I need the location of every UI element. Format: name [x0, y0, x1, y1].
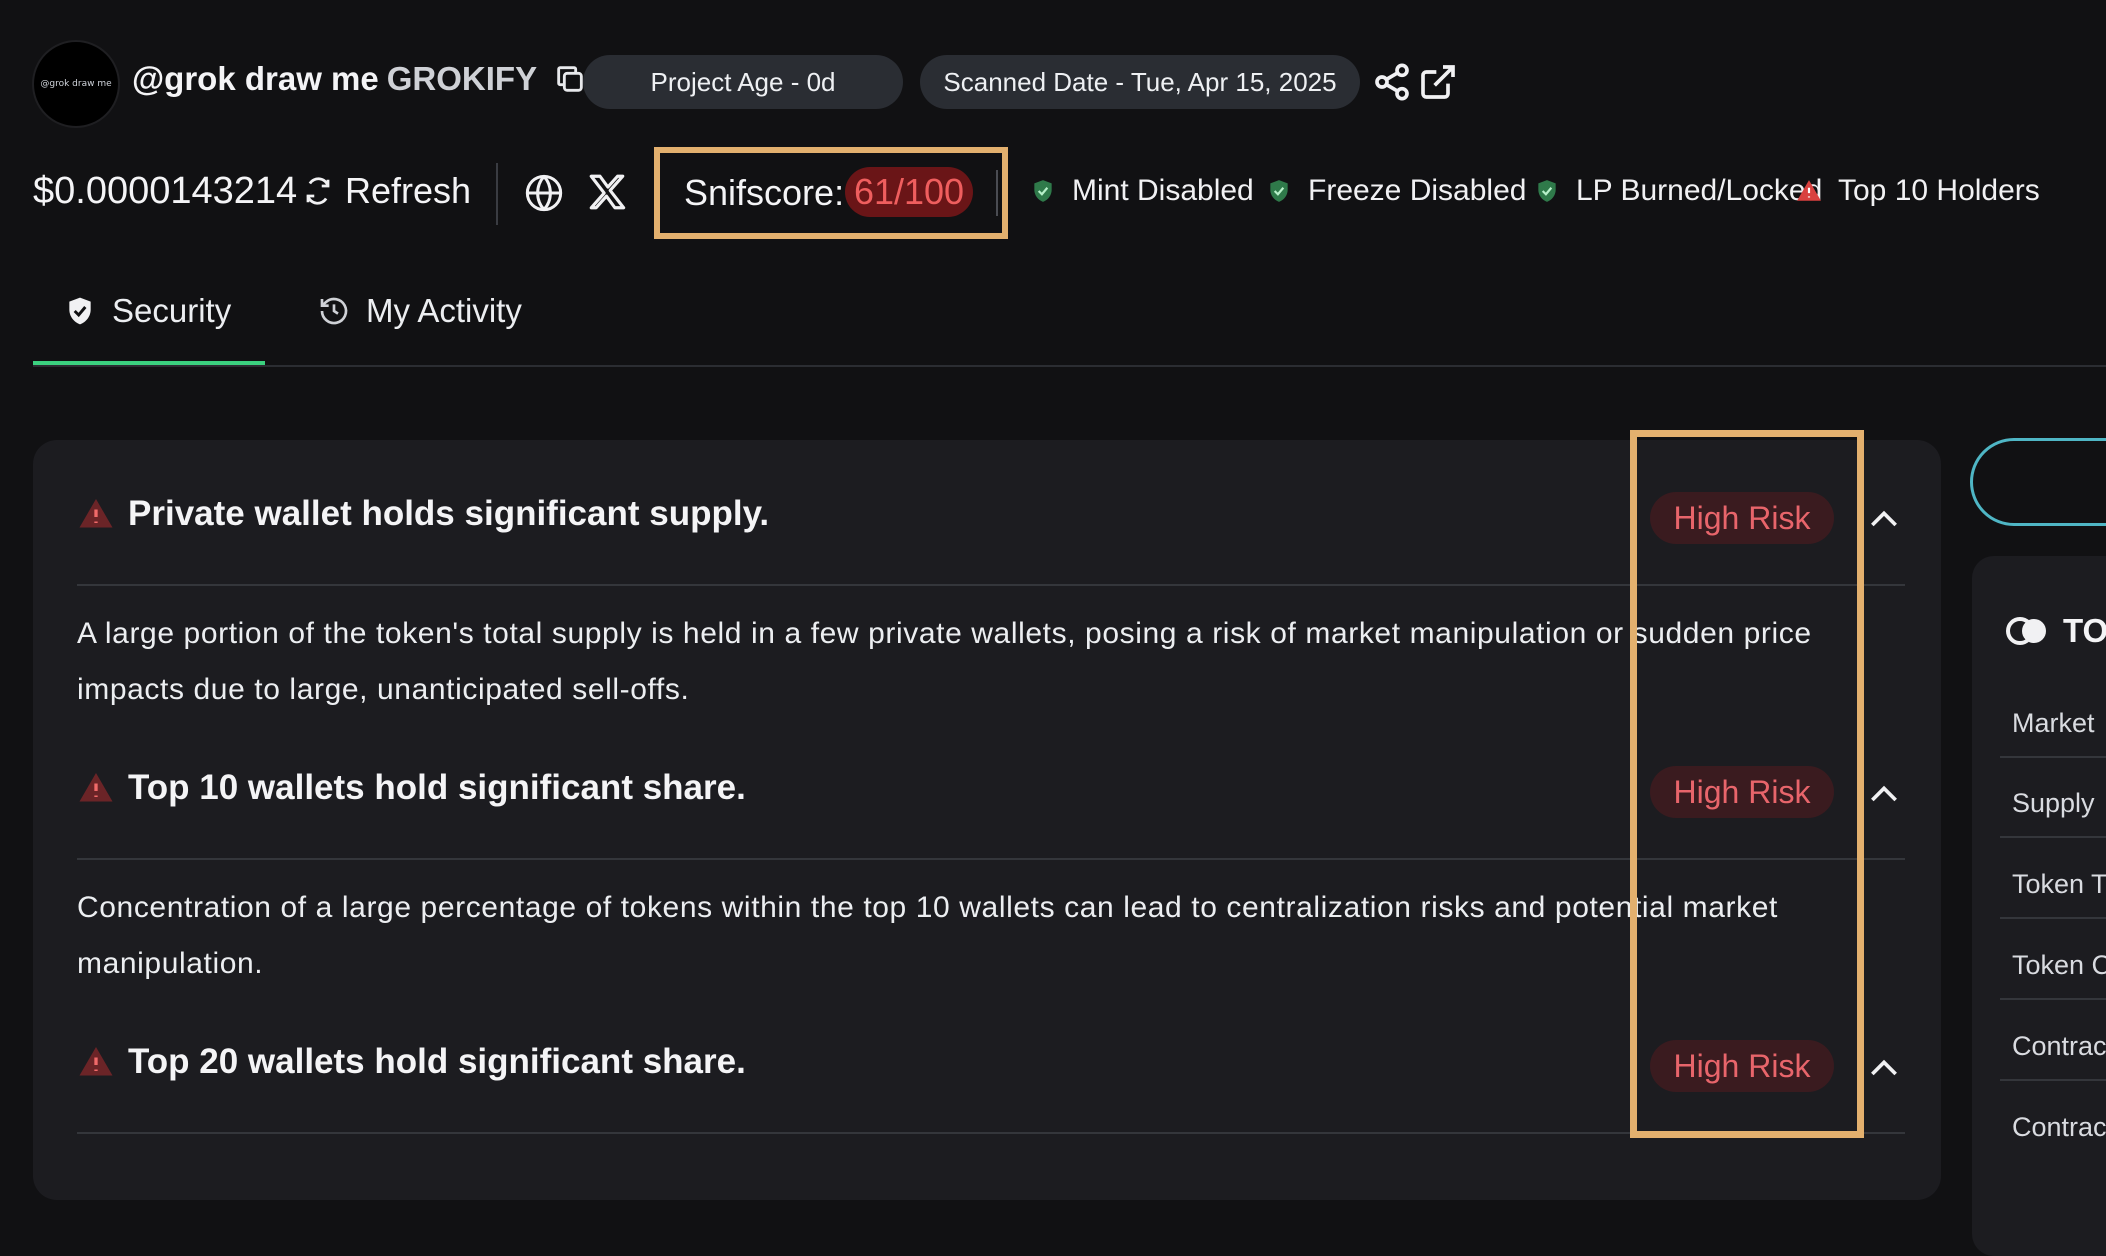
chevron-up-icon[interactable]	[1864, 1049, 1904, 1089]
tabs-divider	[33, 365, 2106, 367]
token-info-row: Contrac	[2012, 1112, 2106, 1142]
token-info-panel	[1972, 556, 2106, 1256]
shield-check-icon	[1034, 180, 1052, 202]
divider	[2000, 756, 2106, 758]
status-label: Mint Disabled	[1072, 174, 1254, 207]
status-label: Top 10 Holders	[1838, 174, 2040, 207]
globe-icon[interactable]	[524, 173, 564, 213]
status-mint: Mint Disabled	[1030, 174, 1254, 208]
tab-label: Security	[112, 292, 232, 329]
token-avatar: @grok draw me	[32, 40, 120, 128]
chevron-up-icon[interactable]	[1864, 775, 1904, 815]
token-price: $0.0000143214	[33, 170, 298, 212]
divider	[2000, 917, 2106, 919]
tab-my-activity[interactable]: My Activity	[318, 292, 522, 330]
token-title: @grok draw me GROKIFY	[132, 60, 587, 98]
refresh-icon	[306, 177, 330, 205]
token-info-row: Token C	[2012, 950, 2106, 980]
snifscore-label: Snifscore:	[684, 172, 845, 213]
external-link-icon[interactable]	[1418, 62, 1458, 102]
shield-check-icon	[1270, 180, 1288, 202]
avatar-text: @grok draw me	[40, 79, 112, 89]
risk-title: Top 20 wallets hold significant share.	[128, 1042, 746, 1081]
token-info-heading: TO	[2005, 612, 2106, 650]
x-twitter-icon[interactable]	[586, 171, 628, 213]
shield-check-icon	[1538, 180, 1556, 202]
divider	[996, 170, 998, 216]
token-symbol: GROKIFY	[386, 60, 538, 97]
warning-icon	[1797, 180, 1821, 201]
token-info-row: Contrac	[2012, 1031, 2106, 1061]
tab-label: My Activity	[366, 292, 522, 329]
warning-icon	[79, 499, 113, 528]
token-info-row: Market	[2012, 708, 2095, 738]
tab-security[interactable]: Security	[64, 292, 231, 330]
share-icon[interactable]	[1372, 62, 1412, 102]
status-label: LP Burned/Locked	[1576, 174, 1823, 207]
divider	[2000, 1079, 2106, 1081]
scanned-date-pill: Scanned Date - Tue, Apr 15, 2025	[920, 55, 1360, 109]
history-icon	[320, 297, 348, 325]
divider	[2000, 836, 2106, 838]
status-lp: LP Burned/Locked	[1534, 174, 1822, 208]
status-freeze: Freeze Disabled	[1266, 174, 1526, 208]
refresh-button[interactable]: Refresh	[303, 170, 471, 212]
token-info-heading-text: TO	[2063, 612, 2106, 649]
status-top10: Top 10 Holders	[1796, 174, 2040, 208]
refresh-label: Refresh	[345, 170, 472, 211]
snifscore-value: 61/100	[845, 167, 973, 217]
divider	[2000, 998, 2106, 1000]
warning-icon	[79, 773, 113, 802]
status-label: Freeze Disabled	[1308, 174, 1527, 207]
copy-icon[interactable]	[553, 62, 587, 96]
token-info-row: Token T	[2012, 869, 2106, 899]
risk-title: Private wallet holds significant supply.	[128, 494, 770, 533]
risk-badges-highlight	[1630, 430, 1864, 1138]
risk-title: Top 10 wallets hold significant share.	[128, 768, 746, 807]
shield-icon	[69, 297, 91, 325]
token-info-row: Supply	[2012, 788, 2095, 818]
token-name: @grok draw me	[132, 60, 379, 97]
project-age-pill: Project Age - 0d	[583, 55, 903, 109]
token-info-icon	[2006, 617, 2046, 645]
warning-icon	[79, 1047, 113, 1076]
right-action-button[interactable]	[1970, 438, 2106, 526]
divider	[496, 163, 498, 225]
risk-description: A large portion of the token's total sup…	[77, 617, 1812, 706]
chevron-up-icon[interactable]	[1864, 500, 1904, 540]
risk-description: Concentration of a large percentage of t…	[77, 891, 1778, 980]
